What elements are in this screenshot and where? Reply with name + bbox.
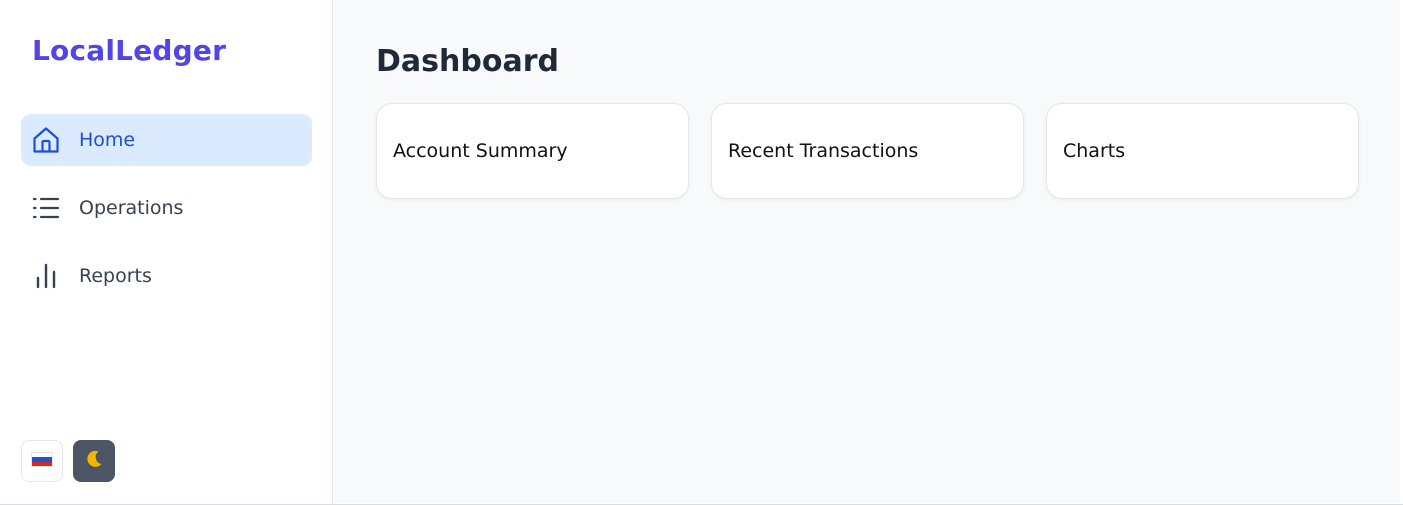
dashboard-cards: Account Summary Recent Transactions Char… bbox=[376, 103, 1359, 199]
bar-chart-icon bbox=[31, 261, 61, 291]
sidebar-item-label: Operations bbox=[79, 197, 184, 219]
sidebar-item-reports[interactable]: Reports bbox=[21, 250, 312, 302]
sidebar: LocalLedger Home Operations Reports bbox=[0, 0, 333, 503]
theme-toggle-button[interactable] bbox=[73, 440, 115, 482]
sidebar-item-label: Reports bbox=[79, 265, 152, 287]
moon-icon bbox=[84, 449, 104, 473]
app-window: LocalLedger Home Operations Reports Dash… bbox=[0, 0, 1403, 505]
sidebar-nav: Home Operations Reports bbox=[21, 114, 312, 318]
language-button[interactable] bbox=[21, 440, 63, 482]
sidebar-item-home[interactable]: Home bbox=[21, 114, 312, 166]
list-icon bbox=[31, 193, 61, 223]
sidebar-item-operations[interactable]: Operations bbox=[21, 182, 312, 234]
page-title: Dashboard bbox=[376, 44, 559, 79]
recent-transactions-card[interactable]: Recent Transactions bbox=[711, 103, 1024, 199]
card-title: Recent Transactions bbox=[728, 140, 919, 162]
brand-logo[interactable]: LocalLedger bbox=[32, 33, 226, 69]
charts-card[interactable]: Charts bbox=[1046, 103, 1359, 199]
sidebar-footer bbox=[21, 440, 115, 482]
main-content: Dashboard Account Summary Recent Transac… bbox=[334, 0, 1400, 503]
russia-flag-icon bbox=[31, 451, 53, 471]
home-icon bbox=[31, 125, 61, 155]
account-summary-card[interactable]: Account Summary bbox=[376, 103, 689, 199]
sidebar-item-label: Home bbox=[79, 129, 136, 151]
card-title: Charts bbox=[1063, 140, 1126, 162]
card-title: Account Summary bbox=[393, 140, 568, 162]
